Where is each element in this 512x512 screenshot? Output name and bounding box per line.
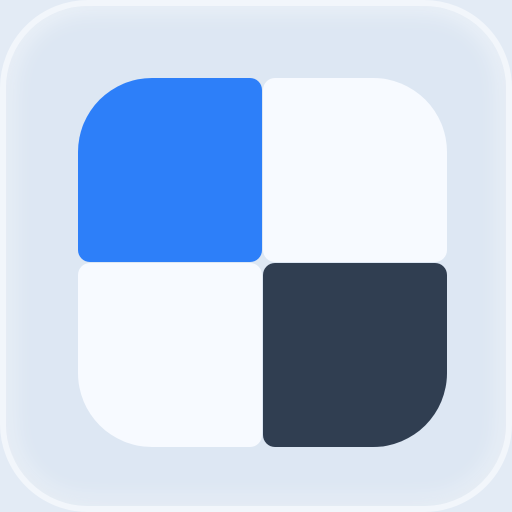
tile-bottom-left-white xyxy=(78,263,262,447)
app-icon[interactable] xyxy=(0,0,512,512)
tile-top-right-white xyxy=(263,78,447,262)
tile-bottom-right-dark xyxy=(263,263,447,447)
tile-top-left-blue xyxy=(78,78,262,262)
canvas xyxy=(0,0,512,512)
